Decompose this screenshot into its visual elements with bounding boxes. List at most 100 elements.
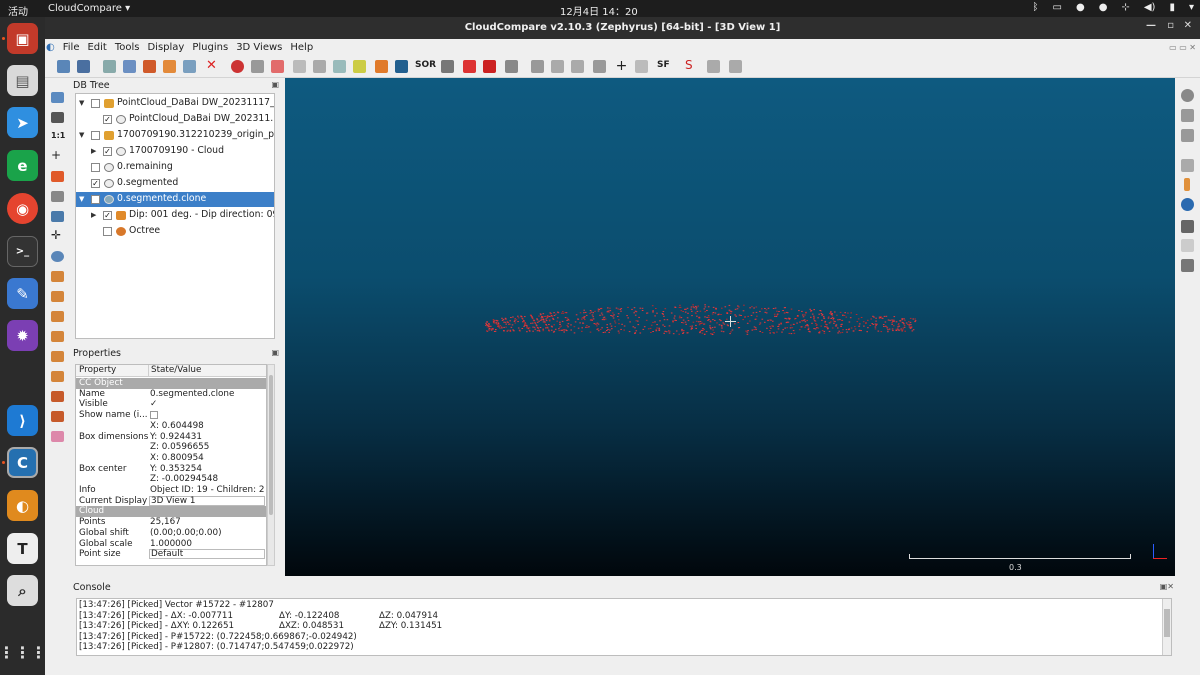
close-icon[interactable]: ✕ xyxy=(1184,20,1192,31)
sf-arithmetic-icon[interactable]: SF xyxy=(657,60,673,73)
crosshair-icon[interactable]: ✛ xyxy=(51,229,64,242)
3d-view[interactable]: 0.3 xyxy=(285,78,1175,576)
edge-browser-icon[interactable]: e xyxy=(7,150,38,181)
property-header[interactable]: Property xyxy=(76,365,148,377)
cloudcompare-dock-icon[interactable]: ▣ xyxy=(7,23,38,54)
tree-item-plane[interactable]: ▶ ✓ Dip: 001 deg. - Dip direction: 09... xyxy=(76,208,274,223)
visibility-checkbox[interactable] xyxy=(91,195,100,204)
expand-arrow-icon[interactable]: ▶ xyxy=(91,211,96,219)
histogram-icon[interactable] xyxy=(531,60,544,73)
visibility-checkbox[interactable]: ✓ xyxy=(103,115,112,124)
console-scrollbar[interactable] xyxy=(1162,599,1171,655)
delete-icon[interactable]: ✕ xyxy=(205,59,218,73)
collapse-arrow-icon[interactable]: ▼ xyxy=(79,131,84,139)
sf-filter-icon[interactable] xyxy=(571,60,584,73)
visibility-checkbox[interactable] xyxy=(91,99,100,108)
display-toggle-icon[interactable] xyxy=(1181,109,1194,122)
app-menu-button[interactable]: CloudCompare ▾ xyxy=(48,3,130,14)
iso-view-1-icon[interactable] xyxy=(51,391,64,402)
navigation-icon[interactable] xyxy=(1181,89,1194,102)
collapse-arrow-icon[interactable]: ▼ xyxy=(79,99,84,107)
keyboard-icon[interactable]: ▭ xyxy=(1053,2,1062,13)
expand-arrow-icon[interactable]: ▶ xyxy=(91,147,96,155)
scalar-field-icon[interactable] xyxy=(551,60,564,73)
mdi-window-buttons[interactable]: ▭ ▭ ✕ xyxy=(1169,43,1196,52)
vscode-icon[interactable]: ⟩ xyxy=(7,405,38,436)
cloud-mesh-dist-icon[interactable] xyxy=(353,60,366,73)
compute-normals-icon[interactable] xyxy=(293,60,306,73)
activities-button[interactable]: 活动 xyxy=(8,3,28,18)
lights-icon[interactable] xyxy=(51,211,64,222)
perspective-icon[interactable] xyxy=(51,191,64,202)
value-header[interactable]: State/Value xyxy=(148,365,266,377)
app-indicator-icon[interactable]: ● xyxy=(1076,2,1085,13)
network-icon[interactable]: ⊹ xyxy=(1121,2,1129,13)
search-app-icon[interactable]: ⌕ xyxy=(7,575,38,606)
auto-pivot-icon[interactable] xyxy=(51,171,64,182)
panel-float-icon[interactable]: ▣ xyxy=(271,348,279,357)
top-view-icon[interactable] xyxy=(51,271,64,282)
zoom-1-1-icon[interactable]: 1:1 xyxy=(51,131,65,142)
visibility-checkbox[interactable]: ✓ xyxy=(103,147,112,156)
cloudcompare-running-icon[interactable]: C xyxy=(7,447,38,478)
power-menu-icon[interactable]: ▾ xyxy=(1189,2,1194,13)
visibility-checkbox[interactable] xyxy=(91,163,100,172)
segment-icon[interactable] xyxy=(463,60,476,73)
battery-icon[interactable]: ▮ xyxy=(1169,2,1175,13)
visibility-checkbox[interactable]: ✓ xyxy=(103,211,112,220)
ortho-icon[interactable] xyxy=(1181,129,1194,142)
properties-scrollbar[interactable] xyxy=(267,364,275,566)
remove-sf-icon[interactable] xyxy=(635,60,648,73)
restore-icon[interactable]: ▫ xyxy=(1167,20,1174,31)
visibility-checkbox[interactable] xyxy=(91,131,100,140)
merge-icon[interactable] xyxy=(143,60,156,73)
align-icon[interactable] xyxy=(183,60,196,73)
mesh-icon[interactable] xyxy=(375,60,388,73)
typora-icon[interactable]: T xyxy=(7,533,38,564)
menu-file[interactable]: File xyxy=(63,42,80,53)
property-dropdown[interactable]: Default xyxy=(149,549,265,560)
wps-icon[interactable]: ◐ xyxy=(7,490,38,521)
sf-gradient-icon[interactable] xyxy=(593,60,606,73)
chrome-icon[interactable]: ◉ xyxy=(7,193,38,224)
right-view-icon[interactable] xyxy=(51,351,64,362)
iso-view-2-icon[interactable] xyxy=(51,411,64,422)
add-sf-icon[interactable]: + xyxy=(615,59,628,73)
terminal-icon[interactable]: >_ xyxy=(7,236,38,267)
sf-color-icon[interactable] xyxy=(729,60,742,73)
tree-item-remaining[interactable]: 0.remaining xyxy=(76,160,274,175)
bottom-view-icon[interactable] xyxy=(51,371,64,382)
sample-points-icon[interactable] xyxy=(231,60,244,73)
subsample-icon[interactable] xyxy=(251,60,264,73)
visibility-checkbox[interactable] xyxy=(103,227,112,236)
pivot-icon[interactable]: + xyxy=(51,149,64,162)
menu-3d-views[interactable]: 3D Views xyxy=(236,42,282,53)
tree-item-segmented-clone[interactable]: ▼ 0.segmented.clone xyxy=(76,192,274,207)
left-view-icon[interactable] xyxy=(51,311,64,322)
checkerboard-icon[interactable] xyxy=(395,60,408,73)
minimize-icon[interactable]: — xyxy=(1146,20,1156,31)
app-grid-icon[interactable]: ⋮⋮⋮ xyxy=(0,637,47,668)
feishu-icon[interactable]: ➤ xyxy=(7,107,38,138)
show-name-checkbox[interactable] xyxy=(150,411,158,420)
menu-help[interactable]: Help xyxy=(290,42,313,53)
register-icon[interactable] xyxy=(163,60,176,73)
text-editor-icon[interactable]: ✎ xyxy=(7,278,38,309)
visibility-checkbox[interactable]: ✓ xyxy=(91,179,100,188)
toggle-color-icon[interactable] xyxy=(51,431,64,442)
measure-icon[interactable] xyxy=(505,60,518,73)
sor-filter-icon[interactable]: SOR xyxy=(415,60,436,73)
console-log[interactable]: [13:47:26] [Picked] Vector #15722 - #128… xyxy=(76,598,1172,656)
clock[interactable]: 12月4日 14：20 xyxy=(560,3,638,18)
cross-section-icon[interactable] xyxy=(483,60,496,73)
camera-icon[interactable] xyxy=(51,112,64,123)
save-icon[interactable] xyxy=(77,60,90,73)
back-view-icon[interactable] xyxy=(51,331,64,342)
menu-display[interactable]: Display xyxy=(147,42,184,53)
property-dropdown[interactable]: 3D View 1 xyxy=(149,495,265,506)
ssao-icon[interactable] xyxy=(1181,239,1194,252)
point-picking-icon[interactable] xyxy=(441,60,454,73)
tree-item-cloud[interactable]: ▶ ✓ 1700709190 - Cloud xyxy=(76,144,274,159)
tree-item-pointcloud[interactable]: ✓ PointCloud_DaBai DW_202311... xyxy=(76,112,274,127)
tree-item-pointcloud-group[interactable]: ▼ PointCloud_DaBai DW_20231117_... xyxy=(76,96,274,111)
